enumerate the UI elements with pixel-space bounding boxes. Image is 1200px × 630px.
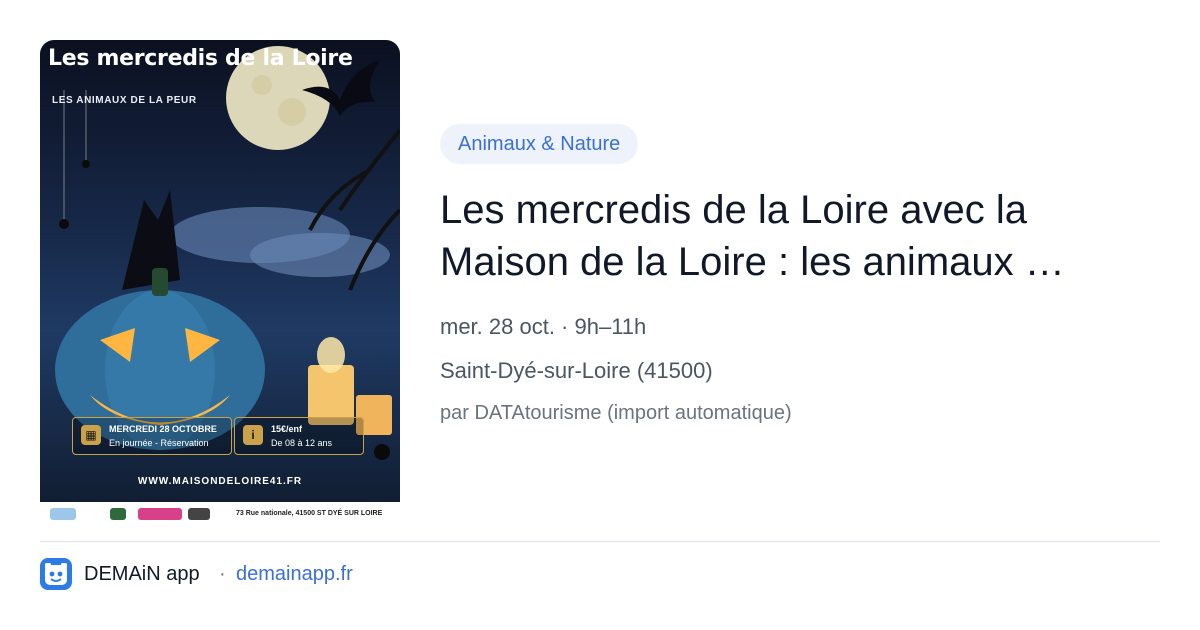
- event-title[interactable]: Les mercredis de la Loire avec la Maison…: [440, 184, 1140, 288]
- poster-price-line1: 15€/enf: [271, 424, 303, 434]
- event-title-line2: Maison de la Loire : les animaux …: [440, 240, 1065, 284]
- app-website-link[interactable]: demainapp.fr: [236, 563, 353, 586]
- poster-title: Les mercredis de la Loire: [48, 46, 353, 71]
- poster-price-box: i 15€/enf De 08 à 12 ans: [234, 417, 364, 455]
- sponsor-logo: [110, 508, 126, 520]
- footer-divider: [40, 541, 1160, 542]
- poster-sponsor-strip: 73 Rue nationale, 41500 ST DYÉ SUR LOIRE: [40, 502, 400, 525]
- poster-address: 73 Rue nationale, 41500 ST DYÉ SUR LOIRE: [236, 510, 383, 517]
- poster-date-line2: En journée - Réservation: [109, 438, 209, 448]
- sponsor-logo: [50, 508, 76, 520]
- app-name: DEMAiN app: [84, 563, 200, 585]
- event-source: par DATAtourisme (import automatique): [440, 402, 792, 424]
- sponsor-logo: [188, 508, 210, 520]
- event-date-time: mer. 28 oct. · 9h–11h: [440, 314, 647, 339]
- poster-subtitle: LES ANIMAUX DE LA PEUR: [52, 95, 197, 106]
- poster-url: WWW.MAISONDELOIRE41.FR: [137, 476, 303, 487]
- calendar-icon: ▦: [81, 425, 101, 445]
- info-icon: i: [243, 425, 263, 445]
- event-location: Saint-Dyé-sur-Loire (41500): [440, 358, 713, 383]
- poster-date-box: ▦ MERCREDI 28 OCTOBRE En journée - Réser…: [72, 417, 232, 455]
- footer-separator: ·: [219, 563, 226, 585]
- poster-price-line2: De 08 à 12 ans: [271, 438, 333, 448]
- app-icon-graphic: [45, 563, 67, 585]
- event-title-line1: Les mercredis de la Loire avec la: [440, 188, 1027, 232]
- demain-app-icon[interactable]: [40, 558, 72, 590]
- sponsor-logo: [138, 508, 182, 520]
- poster-date-line1: MERCREDI 28 OCTOBRE: [109, 424, 217, 434]
- category-tag[interactable]: Animaux & Nature: [440, 124, 639, 164]
- event-poster-image[interactable]: Les mercredis de la Loire LES ANIMAUX DE…: [40, 40, 400, 525]
